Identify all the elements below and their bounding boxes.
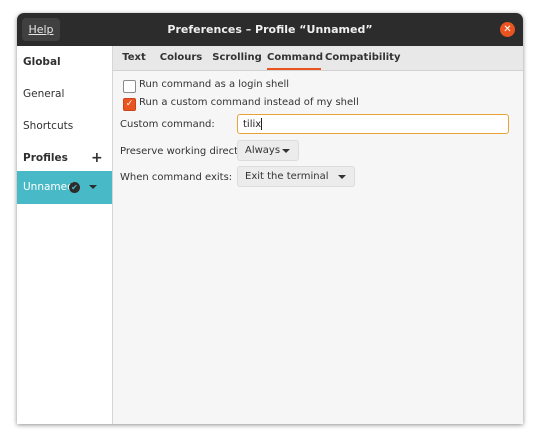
close-button[interactable]: ✕: [500, 22, 515, 37]
window-title: Preferences – Profile “Unnamed”: [167, 23, 373, 36]
sidebar-heading-profiles: Profiles: [23, 152, 68, 164]
add-profile-icon[interactable]: +: [91, 151, 103, 165]
custom-command-input[interactable]: tilix: [237, 114, 509, 134]
preserve-dir-value: Always: [245, 145, 281, 156]
profile-label: Unnamed: [23, 181, 74, 193]
custom-command-field-label: Custom command:: [120, 119, 215, 130]
sidebar-item-unnamed-profile[interactable]: Unnamed ✔: [17, 171, 112, 204]
custom-command-label[interactable]: Run a custom command instead of my shell: [139, 97, 359, 108]
chevron-down-icon: [338, 175, 346, 179]
text-caret: [261, 118, 263, 130]
exit-action-value: Exit the terminal: [245, 171, 329, 182]
chevron-down-icon: [282, 149, 290, 153]
preserve-dir-select[interactable]: Always: [237, 140, 299, 161]
preferences-window: Help Preferences – Profile “Unnamed” ✕ G…: [17, 13, 523, 424]
close-icon: ✕: [503, 24, 512, 35]
command-tab-content: Run command as a login shell ✓ Run a cus…: [113, 71, 523, 424]
sidebar-item-shortcuts[interactable]: Shortcuts: [23, 120, 73, 132]
tab-scrolling[interactable]: Scrolling: [211, 46, 263, 70]
custom-command-checkbox[interactable]: ✓: [123, 98, 136, 111]
chevron-down-icon[interactable]: [89, 185, 97, 189]
tab-bar: Text Colours Scrolling Command Compatibi…: [113, 46, 523, 71]
login-shell-checkbox[interactable]: [123, 80, 136, 93]
tab-colours[interactable]: Colours: [159, 46, 203, 70]
exit-action-label: When command exits:: [120, 172, 233, 183]
sidebar-heading-global: Global: [23, 56, 61, 68]
custom-command-value: tilix: [243, 119, 262, 130]
login-shell-label[interactable]: Run command as a login shell: [139, 79, 289, 90]
sidebar-item-general[interactable]: General: [23, 88, 64, 100]
sidebar: Global General Shortcuts Profiles + Unna…: [17, 46, 113, 424]
exit-action-select[interactable]: Exit the terminal: [237, 166, 355, 187]
tab-text[interactable]: Text: [119, 46, 149, 70]
default-profile-check-icon: ✔: [69, 182, 80, 193]
tab-command[interactable]: Command: [267, 46, 323, 70]
titlebar: Help Preferences – Profile “Unnamed” ✕: [17, 13, 523, 46]
tab-compatibility[interactable]: Compatibility: [325, 46, 400, 70]
